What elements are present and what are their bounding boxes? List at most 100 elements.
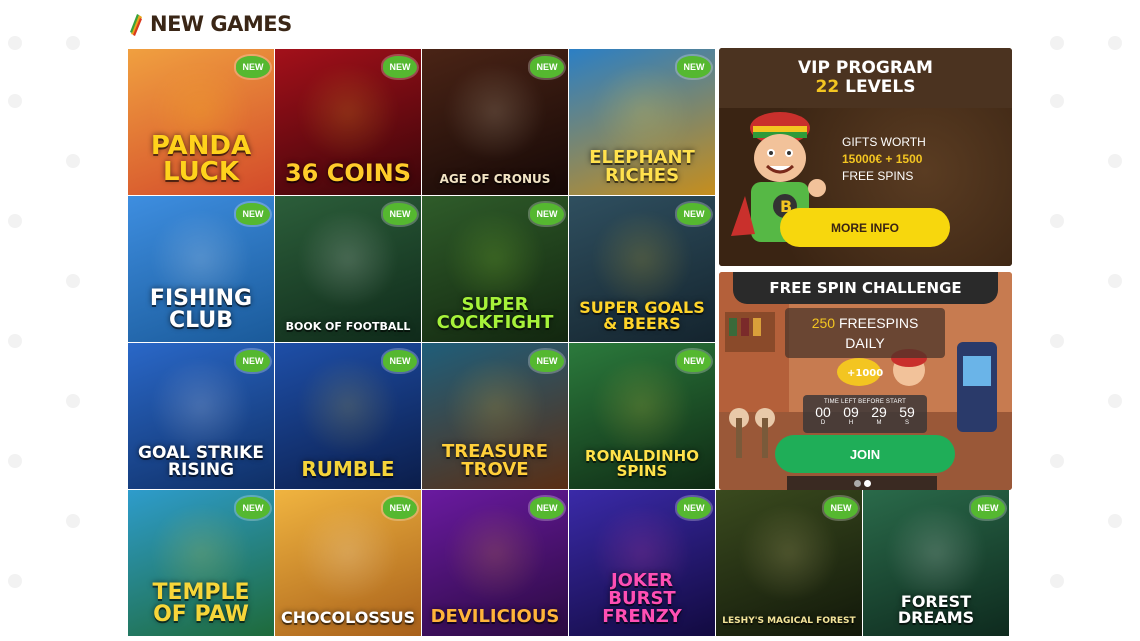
game-title: TEMPLE OF PAW xyxy=(152,580,250,627)
game-title: RUMBLE xyxy=(301,457,395,481)
game-art-highlight xyxy=(587,361,697,451)
game-title: SUPER COCKFIGHT xyxy=(436,294,554,333)
new-badge: NEW xyxy=(677,497,711,519)
challenge-title: FREE SPIN CHALLENGE xyxy=(733,272,998,304)
game-tile[interactable]: JOKER BURST FRENZY NEW xyxy=(569,490,715,636)
leaf-icon xyxy=(130,14,142,36)
vip-amount: 15000€ + 1500 xyxy=(842,152,923,166)
new-badge: NEW xyxy=(383,203,417,225)
vip-line1: GIFTS WORTH xyxy=(842,135,926,149)
game-tile[interactable]: RONALDINHO SPINS NEW xyxy=(569,343,715,489)
game-tile[interactable]: BOOK OF FOOTBALL NEW xyxy=(275,196,421,342)
game-tile[interactable]: FISHING CLUB NEW xyxy=(128,196,274,342)
game-title: DEVILICIOUS xyxy=(430,606,560,627)
game-tile[interactable]: SUPER GOALS & BEERS NEW xyxy=(569,196,715,342)
game-tile[interactable]: DEVILICIOUS NEW xyxy=(422,490,568,636)
game-title: AGE OF CRONUS xyxy=(439,172,551,186)
game-title: SUPER GOALS & BEERS xyxy=(579,298,705,333)
new-badge: NEW xyxy=(236,350,270,372)
game-art-highlight xyxy=(293,361,403,451)
game-tile[interactable]: PANDA LUCK NEW xyxy=(128,49,274,195)
new-badge: NEW xyxy=(530,497,564,519)
vip-levels-word: LEVELS xyxy=(845,77,916,97)
new-badge: NEW xyxy=(971,497,1005,519)
new-badge: NEW xyxy=(530,350,564,372)
vip-program-banner[interactable]: VIP PROGRAM 22 LEVELS B GIFTS WORTH 1500… xyxy=(719,48,1012,266)
carousel-dot[interactable] xyxy=(863,479,871,487)
timer-cell: 00 D xyxy=(815,404,831,427)
timer-unit: M xyxy=(876,420,882,426)
new-badge: NEW xyxy=(383,350,417,372)
new-badge: NEW xyxy=(677,203,711,225)
new-badge: NEW xyxy=(530,203,564,225)
more-info-button[interactable]: MORE INFO xyxy=(780,208,950,247)
countdown-timer: TIME LEFT BEFORE START 00 D 09 H 29 M 59 S xyxy=(803,395,927,433)
game-tile[interactable]: CHOCOLOSSUS NEW xyxy=(275,490,421,636)
section-header: NEW GAMES xyxy=(128,10,292,38)
game-title: FISHING CLUB xyxy=(149,286,253,333)
game-tile[interactable]: 36 COINS NEW xyxy=(275,49,421,195)
new-badge: NEW xyxy=(236,203,270,225)
timer-cell: 59 S xyxy=(899,404,915,427)
game-tile[interactable]: SUPER COCKFIGHT NEW xyxy=(422,196,568,342)
game-art-highlight xyxy=(440,67,550,157)
vip-line3: FREE SPINS xyxy=(842,169,914,183)
game-art-highlight xyxy=(293,67,403,157)
game-tile[interactable]: GOAL STRIKE RISING NEW xyxy=(128,343,274,489)
timer-unit: S xyxy=(904,420,909,426)
game-tile[interactable]: TEMPLE OF PAW NEW xyxy=(128,490,274,636)
timer-cell: 09 H xyxy=(843,404,859,427)
game-art-highlight xyxy=(587,214,697,304)
game-art-highlight xyxy=(881,508,991,598)
vip-levels-number: 22 xyxy=(815,77,840,97)
freespins-word: FREESPINS xyxy=(838,315,919,331)
new-badge: NEW xyxy=(236,56,270,78)
game-tile[interactable]: RUMBLE NEW xyxy=(275,343,421,489)
freespins-number: 250 xyxy=(811,315,836,331)
carousel-dots xyxy=(787,476,937,490)
timer-value: 59 xyxy=(899,404,915,420)
game-art-highlight xyxy=(734,508,844,598)
timer-cell: 29 M xyxy=(871,404,887,427)
game-tile[interactable]: TREASURE TROVE NEW xyxy=(422,343,568,489)
new-badge: NEW xyxy=(824,497,858,519)
game-title: JOKER BURST FRENZY xyxy=(602,570,682,627)
new-badge: NEW xyxy=(236,497,270,519)
game-title: CHOCOLOSSUS xyxy=(281,608,416,627)
game-title: ELEPHANT RICHES xyxy=(589,147,695,186)
challenge-subtitle: 250 FREESPINS DAILY xyxy=(785,308,945,358)
game-tile[interactable]: ELEPHANT RICHES NEW xyxy=(569,49,715,195)
game-title: PANDA LUCK xyxy=(150,131,252,187)
game-art-highlight xyxy=(293,214,403,304)
timer-value: 29 xyxy=(871,404,887,420)
game-art-highlight xyxy=(440,508,550,598)
timer-value: 09 xyxy=(843,404,859,420)
join-button[interactable]: JOIN xyxy=(775,435,955,473)
carousel-dot[interactable] xyxy=(853,479,861,487)
game-art-highlight xyxy=(440,361,550,451)
game-title: RONALDINHO SPINS xyxy=(585,447,699,480)
game-art-highlight xyxy=(440,214,550,304)
new-badge: NEW xyxy=(383,56,417,78)
vip-title: VIP PROGRAM xyxy=(798,58,933,78)
game-title: TREASURE TROVE xyxy=(441,441,549,480)
game-title: BOOK OF FOOTBALL xyxy=(285,320,411,333)
game-art-highlight xyxy=(587,67,697,157)
svg-text:+1000: +1000 xyxy=(847,368,883,379)
vip-description: GIFTS WORTH 15000€ + 1500 FREE SPINS xyxy=(842,134,992,185)
timer-value: 00 xyxy=(815,404,831,420)
timer-values: 00 D 09 H 29 M 59 S xyxy=(803,404,927,427)
game-art-highlight xyxy=(293,508,403,598)
daily-label: DAILY xyxy=(845,335,885,351)
game-tile[interactable]: AGE OF CRONUS NEW xyxy=(422,49,568,195)
game-title: GOAL STRIKE RISING xyxy=(138,443,264,480)
section-title: NEW GAMES xyxy=(150,12,292,36)
game-tile[interactable]: FOREST DREAMS NEW xyxy=(863,490,1009,636)
timer-unit: H xyxy=(848,420,854,426)
game-title: FOREST DREAMS xyxy=(897,592,975,627)
vip-header: VIP PROGRAM 22 LEVELS xyxy=(719,48,1012,108)
free-spin-challenge-banner[interactable]: +1000 FREE SPIN CHALLENGE 250 FREESPINS … xyxy=(719,272,1012,490)
game-tile[interactable]: LESHY'S MAGICAL FOREST NEW xyxy=(716,490,862,636)
game-title: 36 COINS xyxy=(284,159,412,187)
new-badge: NEW xyxy=(677,56,711,78)
